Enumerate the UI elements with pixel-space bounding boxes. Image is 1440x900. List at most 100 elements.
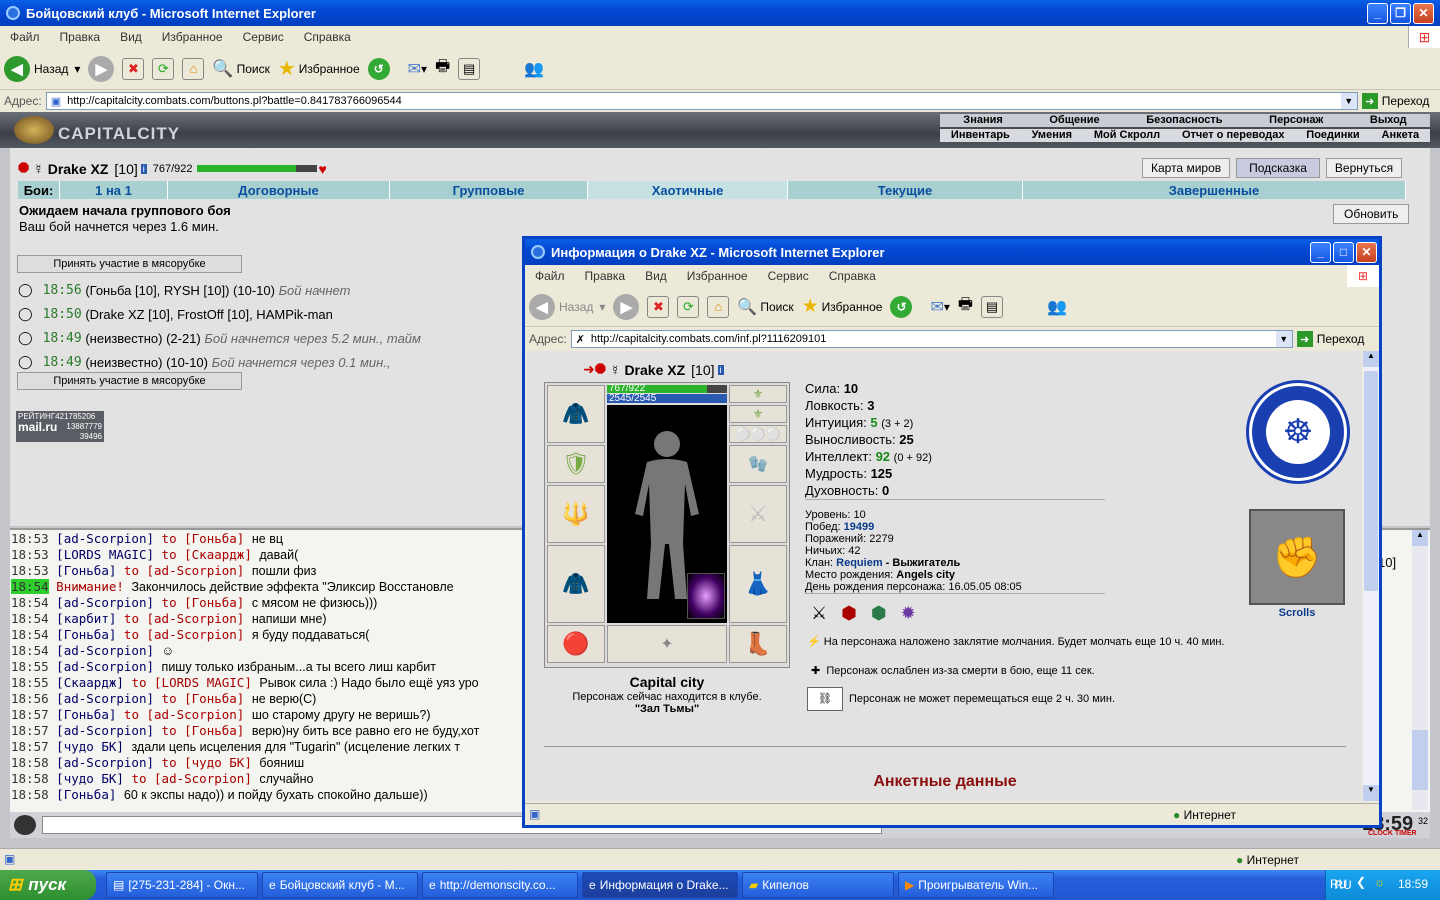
popup-menu-help[interactable]: Справка: [819, 269, 886, 283]
forward-button[interactable]: ▶: [88, 55, 115, 82]
tab-tekuschie[interactable]: Текущие: [788, 181, 1023, 199]
chat-author[interactable]: [ad-Scorpion]: [56, 755, 154, 770]
chat-author[interactable]: [Гоньба]: [56, 627, 116, 642]
lang-indicator-text[interactable]: RU: [1330, 877, 1347, 891]
battle-row[interactable]: ◯ 18:49 (неизвестно) (2-21) Бой начнется …: [18, 326, 523, 350]
task-item[interactable]: ▰ Кипелов: [742, 872, 894, 898]
link-anketa[interactable]: Анкета: [1382, 129, 1420, 142]
tab-zavershennye[interactable]: Завершенные: [1023, 181, 1406, 199]
print-button[interactable]: 🖶: [435, 55, 450, 82]
join-button-bottom[interactable]: Принять участие в мясорубке: [17, 372, 242, 390]
popup-maximize-button[interactable]: □: [1333, 241, 1354, 263]
link-obschenie[interactable]: Общение: [1049, 114, 1099, 127]
chat-author[interactable]: [Гоньба]: [56, 787, 116, 802]
crossed-swords-icon[interactable]: ⚔: [811, 603, 827, 624]
go-button[interactable]: ➜ Переход: [1361, 93, 1429, 109]
link-inventar[interactable]: Инвентарь: [951, 129, 1010, 142]
favorites-button[interactable]: ★ Избранное: [278, 56, 360, 81]
search-button[interactable]: 🔍 Поиск: [212, 59, 269, 79]
link-bezopasnost[interactable]: Безопасность: [1146, 114, 1222, 127]
task-item[interactable]: ▶ Проигрыватель Win...: [898, 872, 1054, 898]
menu-view[interactable]: Вид: [110, 30, 152, 44]
clan-emblem[interactable]: ☸: [1249, 383, 1347, 481]
gloves-slot[interactable]: 🧤: [729, 445, 787, 483]
task-item[interactable]: ▤ [275-231-284] - Окн...: [106, 872, 258, 898]
radio-icon[interactable]: ◯: [18, 330, 33, 346]
address-input[interactable]: ▣ http://capitalcity.combats.com/buttons.…: [45, 92, 1358, 110]
tab-1na1[interactable]: 1 на 1: [60, 181, 168, 199]
tab-haotichnye[interactable]: Хаотичные: [588, 181, 788, 199]
player-name[interactable]: Drake XZ: [48, 161, 109, 177]
popup-back-button[interactable]: ◀ Назад ▾: [529, 293, 605, 320]
popup-home-button[interactable]: ⌂: [707, 295, 730, 318]
menu-edit[interactable]: Правка: [50, 30, 111, 44]
edit-button[interactable]: ▤: [458, 57, 481, 80]
popup-menu-tools[interactable]: Сервис: [758, 269, 819, 283]
task-item-active[interactable]: e Информация о Drake...: [582, 872, 738, 898]
popup-search-button[interactable]: 🔍 Поиск: [737, 297, 793, 317]
badge-icon[interactable]: ⬢: [841, 603, 857, 624]
address-dropdown-icon[interactable]: ▼: [1275, 331, 1292, 347]
popup-close-button[interactable]: ✕: [1356, 241, 1377, 263]
chat-scrollbar[interactable]: ▲: [1412, 530, 1428, 810]
history-button[interactable]: ↺: [367, 57, 390, 80]
start-button[interactable]: ⊞ пуск: [0, 870, 96, 900]
link-otchet[interactable]: Отчет о переводах: [1182, 129, 1285, 142]
stop-button[interactable]: ✖: [122, 57, 145, 80]
badge-icon[interactable]: ✹: [901, 603, 916, 624]
chat-author[interactable]: [Скаардж]: [56, 675, 124, 690]
popup-minimize-button[interactable]: _: [1310, 241, 1331, 263]
menu-favorites[interactable]: Избранное: [152, 30, 233, 44]
scrolls-link[interactable]: Scrolls: [1249, 607, 1345, 619]
badge-icon[interactable]: ⬢: [871, 603, 887, 624]
chat-author[interactable]: [карбит]: [56, 611, 116, 626]
chat-author[interactable]: [Гоньба]: [56, 563, 116, 578]
radio-icon[interactable]: ◯: [18, 282, 33, 298]
menu-help[interactable]: Справка: [294, 30, 361, 44]
popup-scrollbar[interactable]: ▲ ▼: [1363, 351, 1379, 801]
chat-author[interactable]: [LORDS MAGIC]: [56, 547, 154, 562]
info-icon[interactable]: i: [140, 163, 147, 174]
tray-icon[interactable]: ☼: [1374, 875, 1385, 889]
popup-forward-button[interactable]: ▶: [613, 293, 640, 320]
popup-menu-favorites[interactable]: Избранное: [677, 269, 758, 283]
amulet-slot[interactable]: ⚜: [729, 385, 787, 403]
menu-file[interactable]: Файл: [0, 30, 50, 44]
tab-dogovornye[interactable]: Договорные: [168, 181, 390, 199]
radio-icon[interactable]: ◯: [18, 354, 33, 370]
back-button[interactable]: ◀ Назад ▾: [4, 55, 80, 82]
tab-gruppovye[interactable]: Групповые: [390, 181, 588, 199]
shield-slot[interactable]: ⚔: [729, 485, 787, 543]
chevron-left-icon[interactable]: ❮: [1356, 875, 1366, 889]
link-vyhod[interactable]: Выход: [1370, 114, 1407, 127]
rune-slot[interactable]: ✦: [607, 625, 727, 663]
weapon-slot[interactable]: 🔱: [547, 485, 605, 543]
chat-author[interactable]: [ad-Scorpion]: [56, 691, 154, 706]
task-item[interactable]: e Бойцовский клуб - M...: [262, 872, 418, 898]
chat-author[interactable]: [ad-Scorpion]: [56, 531, 154, 546]
link-moy-skroll[interactable]: Мой Скролл: [1094, 129, 1160, 142]
popup-messenger-button[interactable]: 👥: [1047, 297, 1067, 317]
menu-tools[interactable]: Сервис: [233, 30, 294, 44]
rings-slot[interactable]: ⚪⚪⚪: [729, 425, 787, 443]
popup-refresh-button[interactable]: ⟳: [677, 295, 700, 318]
popup-print-button[interactable]: 🖶: [958, 293, 973, 320]
chat-author[interactable]: [ad-Scorpion]: [56, 643, 154, 658]
helmet-slot[interactable]: 🧥: [547, 385, 605, 443]
popup-menu-file[interactable]: Файл: [525, 269, 575, 283]
orb-slot[interactable]: [687, 573, 725, 619]
link-umeniya[interactable]: Умения: [1032, 129, 1072, 142]
mail-button[interactable]: ✉ ▾: [408, 59, 427, 79]
pants-slot[interactable]: 👗: [729, 545, 787, 623]
scrolls-emblem[interactable]: ✊: [1249, 509, 1345, 605]
popup-menu-edit[interactable]: Правка: [575, 269, 636, 283]
chat-author[interactable]: [ad-Scorpion]: [56, 723, 154, 738]
info-icon[interactable]: i: [717, 364, 724, 375]
task-item[interactable]: e http://demonscity.co...: [422, 872, 578, 898]
messenger-button[interactable]: 👥: [524, 59, 544, 79]
battle-row[interactable]: ◯ 18:49 (неизвестно) (10-10) Бой начнется…: [18, 350, 523, 374]
earring-slot[interactable]: ⚜: [729, 405, 787, 423]
bracer-slot[interactable]: 🛡: [547, 445, 605, 483]
radio-icon[interactable]: ◯: [18, 306, 33, 322]
belt-slot[interactable]: 🔴: [547, 625, 605, 663]
